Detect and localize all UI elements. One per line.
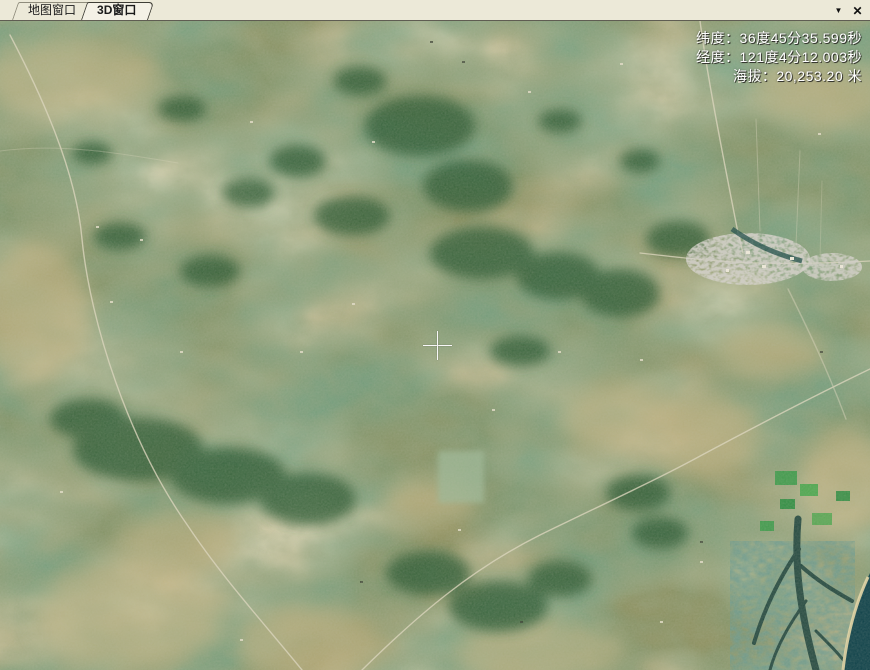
dropdown-icon: ▼ bbox=[835, 7, 843, 15]
close-icon: ✕ bbox=[852, 5, 862, 17]
window-controls: ▼ ✕ bbox=[831, 3, 865, 18]
map-3d-viewport[interactable]: 纬度：36度45分35.599秒 经度：121度4分12.003秒 海拔：20,… bbox=[0, 21, 870, 670]
gis-3d-window: 地图窗口 3D窗口 ▼ ✕ bbox=[0, 0, 870, 670]
tab-map-window-label: 地图窗口 bbox=[28, 3, 76, 17]
tab-bar: 地图窗口 3D窗口 ▼ ✕ bbox=[0, 0, 870, 21]
tab-3d-window-label: 3D窗口 bbox=[97, 3, 136, 17]
tab-map-window[interactable]: 地图窗口 bbox=[12, 2, 88, 20]
window-close-button[interactable]: ✕ bbox=[850, 3, 865, 18]
window-menu-button[interactable]: ▼ bbox=[831, 3, 846, 18]
satellite-imagery bbox=[0, 21, 870, 670]
tab-3d-window[interactable]: 3D窗口 bbox=[81, 2, 148, 20]
